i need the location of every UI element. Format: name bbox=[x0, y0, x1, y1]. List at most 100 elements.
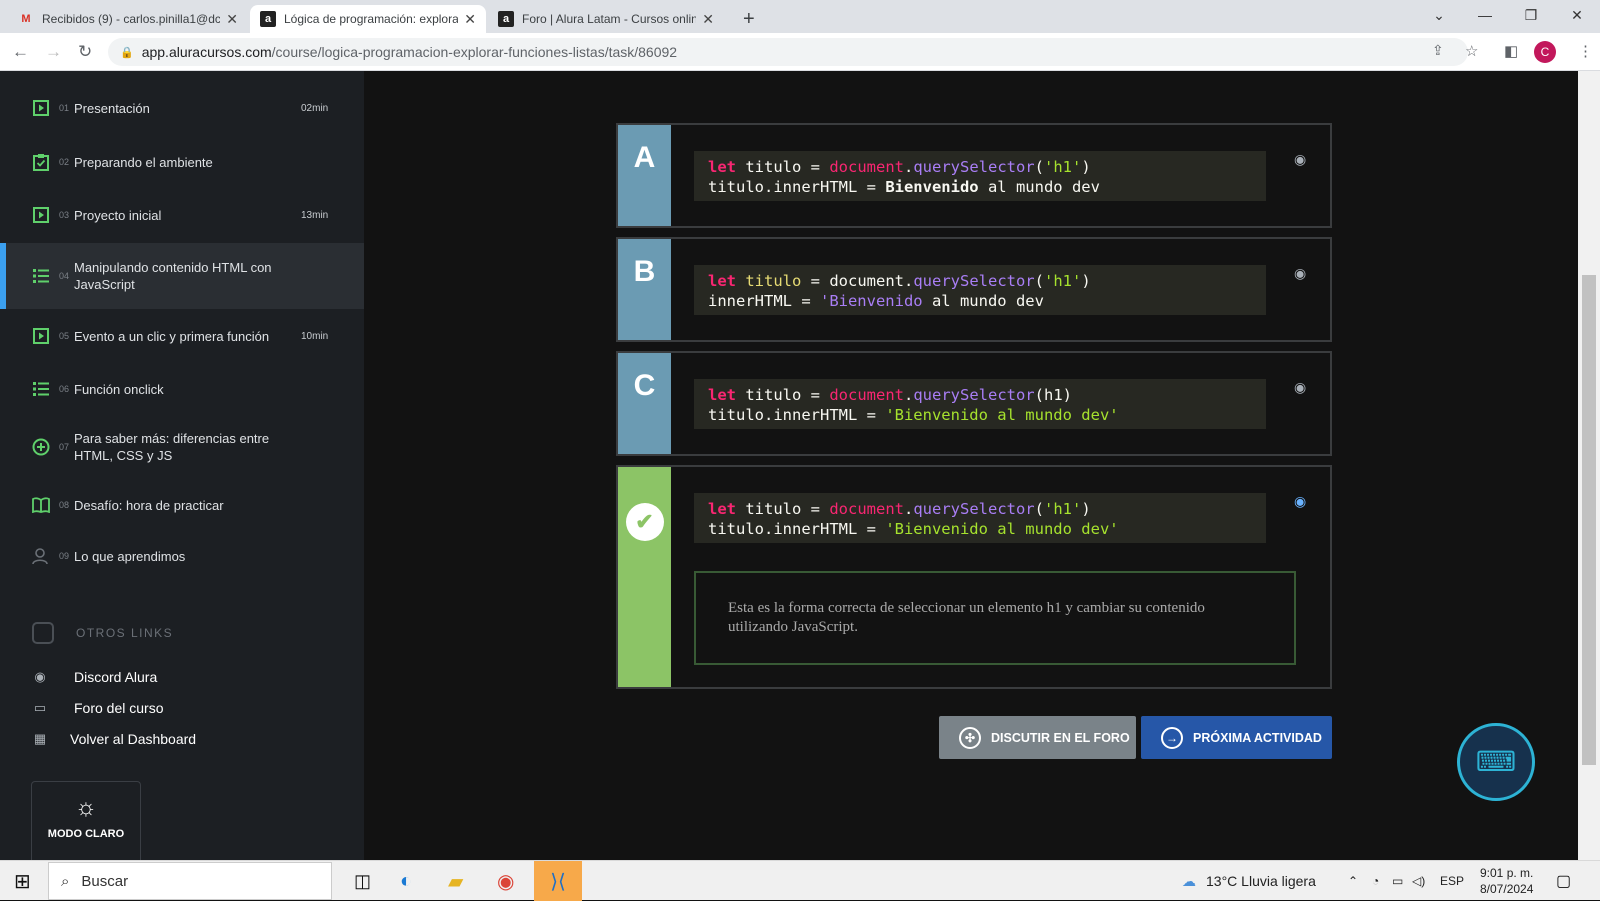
code-token: querySelector bbox=[913, 500, 1035, 518]
code-token: let bbox=[708, 272, 736, 290]
sidebar-item-desafio[interactable]: 08 Desafío: hora de practicar bbox=[0, 483, 364, 527]
back-icon[interactable]: ← bbox=[12, 42, 29, 62]
item-number: 01 bbox=[59, 103, 70, 113]
alura-icon: a bbox=[260, 11, 276, 27]
tab-gmail[interactable]: M Recibidos (9) - carlos.pinilla1@dc ✕ bbox=[8, 5, 248, 33]
tab-alura-forum[interactable]: a Foro | Alura Latam - Cursos onlin ✕ bbox=[488, 5, 724, 33]
close-tab-icon[interactable]: ✕ bbox=[226, 11, 238, 28]
sidepanel-icon[interactable]: ◧ bbox=[1504, 42, 1518, 60]
eye-icon[interactable]: ◉ bbox=[1294, 151, 1306, 168]
windows-taskbar: ⊞ ⌕ Buscar ◫ ◐ ▰ ◉ ⟩⟨ ☁ 13°C Lluvia ligera… bbox=[0, 860, 1600, 901]
code-token: titulo bbox=[745, 272, 802, 290]
item-number: 09 bbox=[59, 551, 70, 561]
option-b[interactable]: B let titulo = document.querySelector('h… bbox=[616, 237, 1332, 342]
weather-widget[interactable]: ☁ 13°C Lluvia ligera bbox=[1182, 861, 1316, 901]
code-block: let titulo = document.querySelector('h1'… bbox=[694, 265, 1266, 315]
code-token: let bbox=[708, 386, 736, 404]
star-icon[interactable]: ☆ bbox=[1465, 42, 1478, 60]
next-activity-button[interactable]: → PRÓXIMA ACTIVIDAD bbox=[1141, 716, 1332, 759]
close-tab-icon[interactable]: ✕ bbox=[464, 11, 476, 28]
clock[interactable]: 9:01 p. m. 8/07/2024 bbox=[1480, 861, 1533, 901]
windows-start-icon[interactable]: ⊞ bbox=[14, 861, 31, 901]
chrome-icon[interactable]: ◉ bbox=[497, 861, 514, 901]
option-a[interactable]: A let titulo = document.querySelector('h… bbox=[616, 123, 1332, 228]
taskbar-search-input[interactable]: ⌕ Buscar bbox=[48, 862, 332, 900]
link-label: Volver al Dashboard bbox=[70, 731, 197, 747]
arrow-right-circle-icon: → bbox=[1161, 726, 1183, 749]
chat-icon: ▭ bbox=[33, 700, 47, 715]
chatbot-icon[interactable]: ⌨ bbox=[1457, 723, 1535, 801]
tray-expand-icon[interactable]: ⌃ bbox=[1348, 861, 1358, 901]
tab-search-icon[interactable]: ⌄ bbox=[1416, 0, 1462, 30]
new-tab-button[interactable]: + bbox=[733, 5, 763, 33]
button-label: PRÓXIMA ACTIVIDAD bbox=[1193, 730, 1322, 745]
sidebar-item-aprendimos[interactable]: 09 Lo que aprendimos bbox=[0, 534, 364, 578]
code-token: ( bbox=[1034, 272, 1044, 290]
item-number: 05 bbox=[59, 331, 70, 341]
item-number: 08 bbox=[59, 500, 70, 510]
restore-icon[interactable]: ❐ bbox=[1508, 0, 1554, 30]
code-block: let titulo = document.querySelector(h1) … bbox=[694, 379, 1266, 429]
menu-icon[interactable]: ⋮ bbox=[1578, 42, 1593, 60]
play-icon bbox=[32, 327, 50, 345]
link-discord[interactable]: ◉ Discord Alura bbox=[32, 669, 157, 685]
date: 8/07/2024 bbox=[1480, 882, 1534, 896]
file-explorer-icon[interactable]: ▰ bbox=[448, 861, 463, 901]
discuss-forum-button[interactable]: ✣ DISCUTIR EN EL FORO bbox=[939, 716, 1136, 759]
edge-icon[interactable]: ◐ bbox=[400, 861, 412, 901]
link-foro[interactable]: ▭ Foro del curso bbox=[32, 700, 164, 716]
wifi-icon[interactable]: ◔ bbox=[1372, 861, 1379, 901]
item-number: 02 bbox=[59, 157, 70, 167]
code-token: (h1) bbox=[1034, 386, 1072, 404]
option-c[interactable]: C let titulo = document.querySelector(h1… bbox=[616, 351, 1332, 456]
sidebar-item-saber-mas[interactable]: 07 Para saber más: diferencias entre HTM… bbox=[0, 416, 364, 478]
forward-icon[interactable]: → bbox=[45, 42, 62, 62]
eye-icon[interactable]: ◉ bbox=[1294, 379, 1306, 396]
scrollbar-thumb[interactable] bbox=[1582, 275, 1596, 765]
task-view-icon[interactable]: ◫ bbox=[354, 861, 371, 901]
book-icon bbox=[32, 496, 50, 514]
option-d-correct[interactable]: ✔ let titulo = document.querySelector('h… bbox=[616, 465, 1332, 689]
link-label: Foro del curso bbox=[74, 700, 164, 716]
language-indicator[interactable]: ESP bbox=[1440, 861, 1464, 901]
eye-icon[interactable]: ◉ bbox=[1294, 493, 1306, 510]
item-label: Evento a un clic y primera función bbox=[74, 328, 270, 344]
otros-links-heading: OTROS LINKS bbox=[32, 622, 173, 644]
url-input[interactable]: 🔒 app.aluracursos.com/course/logica-prog… bbox=[108, 38, 1468, 66]
volume-icon[interactable]: ◁) bbox=[1412, 861, 1425, 901]
code-token: . bbox=[903, 158, 914, 176]
code-token: titulo = bbox=[736, 158, 830, 176]
vscode-icon[interactable]: ⟩⟨ bbox=[534, 861, 582, 901]
code-token: let bbox=[708, 500, 736, 518]
light-mode-toggle[interactable]: ☼ MODO CLARO bbox=[31, 781, 141, 861]
sidebar-item-evento[interactable]: 05 Evento a un clic y primera función 10… bbox=[0, 314, 364, 358]
share-icon[interactable]: ⇪ bbox=[1432, 42, 1444, 59]
item-duration: 13min bbox=[301, 209, 329, 221]
tab-alura-course[interactable]: a Lógica de programación: explora ✕ bbox=[250, 5, 486, 33]
sidebar-item-presentacion[interactable]: 01 Presentación 02min bbox=[0, 86, 364, 130]
eye-icon[interactable]: ◉ bbox=[1294, 265, 1306, 282]
gmail-icon: M bbox=[21, 13, 31, 25]
item-label: Lo que aprendimos bbox=[74, 548, 186, 564]
profile-avatar[interactable]: C bbox=[1534, 41, 1556, 63]
notifications-icon[interactable]: ▢ bbox=[1556, 861, 1571, 901]
sidebar-item-ambiente[interactable]: 02 Preparando el ambiente bbox=[0, 140, 364, 184]
clipboard-icon bbox=[32, 153, 50, 171]
close-window-icon[interactable]: ✕ bbox=[1554, 0, 1600, 30]
user-icon bbox=[32, 547, 50, 565]
sidebar-item-manipulando[interactable]: 04 Manipulando contenido HTML con JavaSc… bbox=[0, 243, 364, 309]
link-dashboard[interactable]: ▦ Volver al Dashboard bbox=[32, 731, 196, 747]
close-tab-icon[interactable]: ✕ bbox=[702, 11, 714, 28]
sidebar-item-proyecto[interactable]: 03 Proyecto inicial 13min bbox=[0, 193, 364, 237]
code-token: document bbox=[829, 500, 904, 518]
reload-icon[interactable]: ↻ bbox=[78, 42, 92, 62]
code-token: 'h1' bbox=[1044, 158, 1082, 176]
lifebuoy-icon: ✣ bbox=[959, 726, 981, 749]
code-token: 'h1' bbox=[1044, 272, 1082, 290]
sidebar-item-onclick[interactable]: 06 Función onclick bbox=[0, 367, 364, 411]
minimize-icon[interactable]: — bbox=[1462, 0, 1508, 30]
page-scrollbar[interactable] bbox=[1578, 71, 1600, 860]
battery-icon[interactable]: ▭ bbox=[1392, 861, 1403, 901]
option-letter: ✔ bbox=[618, 467, 671, 687]
link-label: Discord Alura bbox=[74, 669, 158, 685]
